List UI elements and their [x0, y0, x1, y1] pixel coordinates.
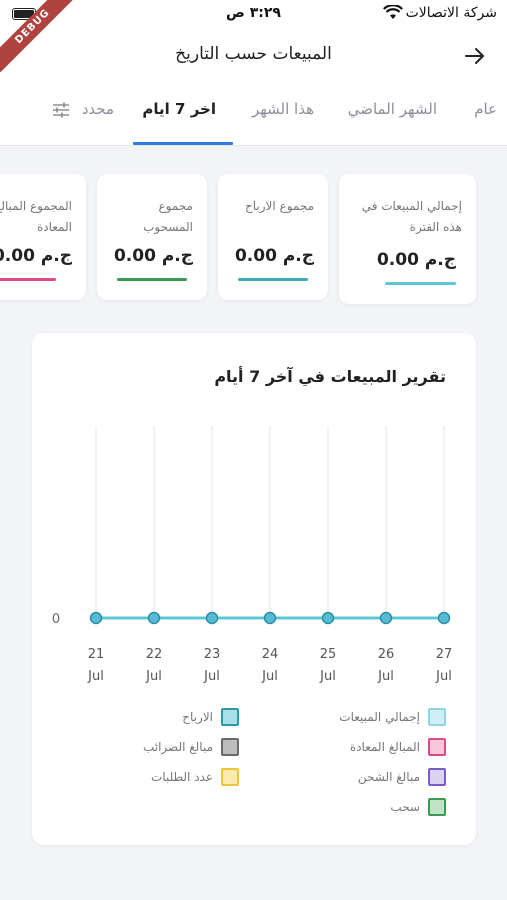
tab-custom[interactable]: محدد [82, 100, 114, 118]
card-value: ج.م 0.00 [113, 246, 193, 266]
legend-label: مبالغ الضرائب [142, 740, 213, 754]
data-point [147, 611, 161, 625]
card-accent-bar [117, 278, 187, 281]
x-tick-month-label: Jul [145, 669, 162, 684]
legend-item: مبالغ الضرائب [143, 737, 239, 757]
legend-item: عدد الطلبات [151, 767, 239, 787]
x-tick-month-label: Jul [87, 669, 104, 684]
arrow-right-icon[interactable] [461, 42, 489, 70]
legend-label: إجمالي المبيعات [339, 710, 420, 724]
x-tick-label: 21 [88, 647, 105, 662]
legend-swatch [428, 798, 446, 816]
card-accent-bar [385, 282, 456, 285]
legend-item: إجمالي المبيعات [339, 707, 446, 727]
card-total-refunds: المجموع المبالغ المعادة ج.م 0.00 [0, 174, 86, 300]
x-tick-month-label: Jul [319, 669, 336, 684]
sales-line-chart: 0 21 Jul 22 Jul 23 Jul 24 Jul 25 Jul 26 Jul 27 Jul [52, 426, 453, 684]
legend-swatch [428, 738, 446, 756]
legend-item: سحب [390, 797, 446, 817]
status-time: ٣:٢٩ ص [226, 5, 281, 21]
card-total-withdrawn: مجموع المسحوب ج.م 0.00 [97, 174, 207, 300]
sliders-icon[interactable] [52, 102, 70, 118]
x-tick-label: 27 [436, 647, 453, 662]
period-tabs: عام الشهر الماضي هذا الشهر اخر 7 ايام مح… [0, 82, 507, 146]
x-tick-month-label: Jul [435, 669, 452, 684]
active-tab-indicator [133, 142, 233, 145]
card-accent-bar [238, 278, 308, 281]
x-tick-label: 26 [378, 647, 395, 662]
tab-general[interactable]: عام [474, 100, 497, 118]
legend-swatch [221, 768, 239, 786]
x-tick-month-label: Jul [203, 669, 220, 684]
x-tick-label: 25 [320, 647, 337, 662]
legend-label: عدد الطلبات [151, 770, 213, 784]
status-bar: DEBUG ٣:٢٩ ص شركة الاتصالات [0, 0, 507, 73]
card-label: إجمالي المبيعات في هذه الفترة [361, 199, 462, 234]
legend-label: مبالغ الشحن [357, 770, 420, 784]
card-value: ج.م 0.00 [0, 246, 72, 266]
page-title: المبيعات حسب التاريخ [175, 44, 332, 64]
legend-label: المبالغ المعادة [349, 740, 420, 754]
app-bar: المبيعات حسب التاريخ [0, 30, 507, 82]
card-label: مجموع المسحوب [143, 199, 193, 234]
x-tick-label: 23 [204, 647, 221, 662]
x-tick-label: 24 [262, 647, 279, 662]
x-tick-month-label: Jul [261, 669, 278, 684]
data-point [437, 611, 451, 625]
card-accent-bar [0, 278, 56, 281]
card-label: مجموع الارباح [245, 199, 314, 213]
card-total-profit: مجموع الارباح ج.م 0.00 [218, 174, 328, 300]
legend-swatch [428, 708, 446, 726]
legend-label: سحب [390, 800, 420, 814]
tab-last-month[interactable]: الشهر الماضي [348, 100, 437, 118]
card-value: ج.م 0.00 [234, 246, 314, 266]
status-carrier: شركة الاتصالات [405, 5, 497, 21]
tab-last-7-days[interactable]: اخر 7 ايام [142, 100, 216, 118]
legend-item: المبالغ المعادة [350, 737, 446, 757]
legend-item: مبالغ الشحن [358, 767, 446, 787]
legend-swatch [221, 708, 239, 726]
x-tick-label: 22 [146, 647, 163, 662]
data-point [379, 611, 393, 625]
data-point [263, 611, 277, 625]
x-tick-month-label: Jul [377, 669, 394, 684]
wifi-icon [383, 5, 403, 19]
y-tick-label: 0 [52, 612, 60, 627]
legend-label: الارباح [182, 710, 213, 724]
legend-item: الارباح [182, 707, 239, 727]
card-total-sales: إجمالي المبيعات في هذه الفترة ج.م 0.00 [339, 174, 476, 304]
data-point [89, 611, 103, 625]
data-point [321, 611, 335, 625]
card-label: المجموع المبالغ المعادة [0, 199, 72, 234]
data-point [205, 611, 219, 625]
legend-swatch [428, 768, 446, 786]
legend-swatch [221, 738, 239, 756]
sales-report-card: تقرير المبيعات في آخر 7 أيام 0 21 Jul 22 Jul… [32, 333, 476, 845]
tab-this-month[interactable]: هذا الشهر [252, 100, 314, 118]
card-value: ج.م 0.00 [376, 250, 456, 270]
